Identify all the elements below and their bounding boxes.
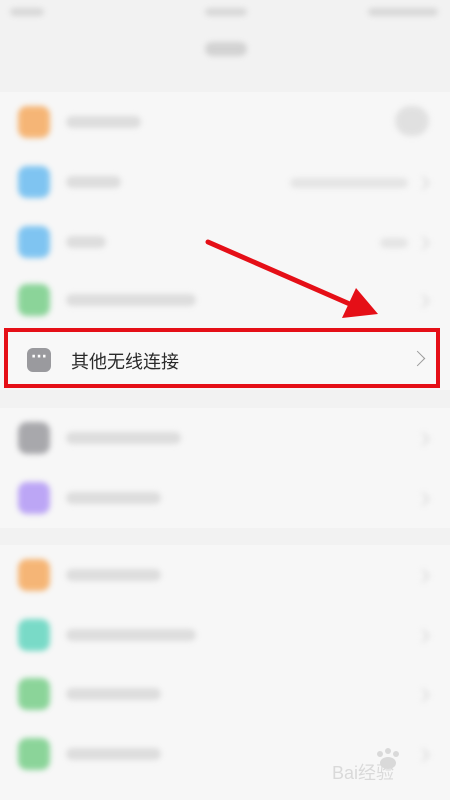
watermark-text: Bai经验 — [332, 763, 394, 783]
annotation-arrow-icon — [205, 239, 378, 318]
watermark-logo-icon: Bai经验 — [332, 748, 399, 783]
baidu-jingyan-watermark: Bai经验 — [330, 745, 440, 785]
